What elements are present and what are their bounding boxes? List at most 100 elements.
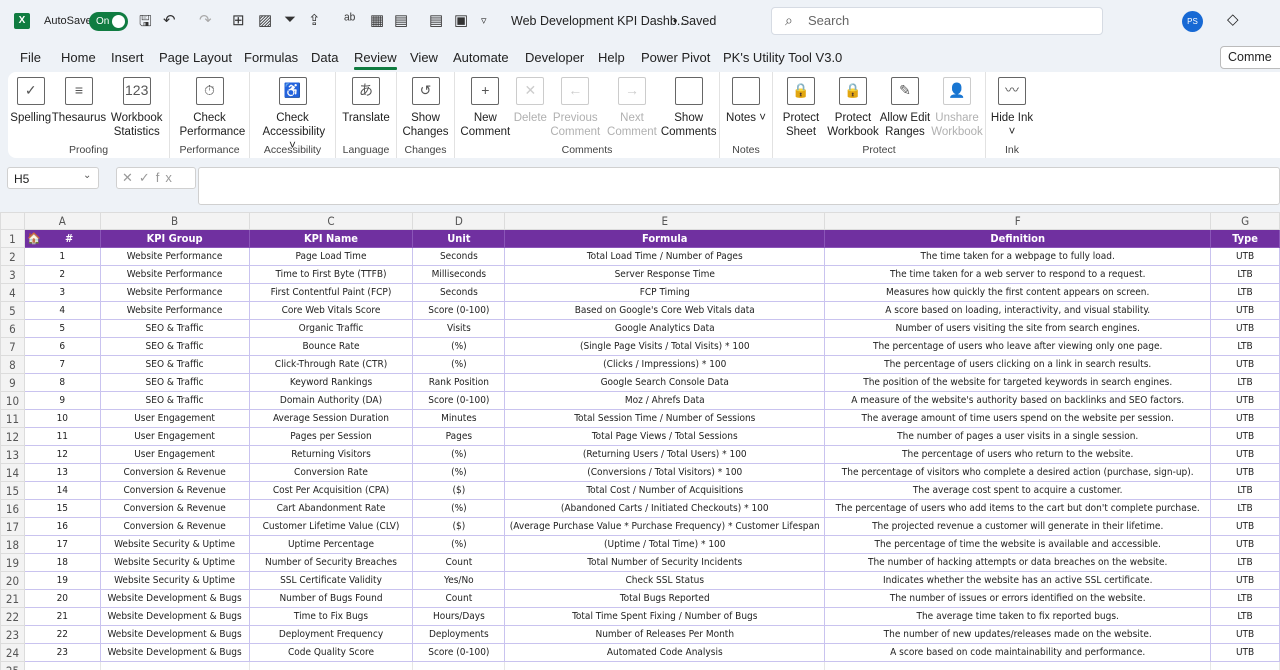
empty-cell[interactable] bbox=[248, 661, 414, 670]
cell-kpi-name[interactable]: Time to First Byte (TTFB) bbox=[248, 265, 414, 284]
tab-pk-s-utility-tool-v3-0[interactable]: PK's Utility Tool V3.0 bbox=[723, 50, 842, 65]
cell-definition[interactable]: The percentage of users who add items to… bbox=[824, 499, 1212, 518]
cell-[interactable]: 2 bbox=[23, 265, 101, 284]
cell-definition[interactable]: The time taken for a webpage to fully lo… bbox=[824, 247, 1212, 266]
cell-unit[interactable]: Pages bbox=[412, 427, 506, 446]
empty-cell[interactable] bbox=[412, 661, 506, 670]
cell-[interactable]: 19 bbox=[23, 571, 101, 590]
cell-definition[interactable]: Measures how quickly the first content a… bbox=[824, 283, 1212, 302]
cell-formula[interactable]: Google Search Console Data bbox=[504, 373, 826, 392]
cell-[interactable]: 4 bbox=[23, 301, 101, 320]
cell-kpi-group[interactable]: Website Development & Bugs bbox=[99, 607, 250, 626]
cell-[interactable]: 13 bbox=[23, 463, 101, 482]
cell-unit[interactable]: Deployments bbox=[412, 625, 506, 644]
cell-kpi-name[interactable]: Returning Visitors bbox=[248, 445, 414, 464]
cell-formula[interactable]: (Single Page Visits / Total Visits) * 10… bbox=[504, 337, 826, 356]
cell-definition[interactable]: A score based on loading, interactivity,… bbox=[824, 301, 1212, 320]
cell-[interactable]: 10 bbox=[23, 409, 101, 428]
cell-formula[interactable]: Total Cost / Number of Acquisitions bbox=[504, 481, 826, 500]
cell-formula[interactable]: Total Session Time / Number of Sessions bbox=[504, 409, 826, 428]
table-icon[interactable]: ▦ bbox=[370, 11, 384, 29]
row-header[interactable]: 13 bbox=[0, 445, 25, 464]
cell-[interactable]: 11 bbox=[23, 427, 101, 446]
cell-definition[interactable]: Indicates whether the website has an act… bbox=[824, 571, 1212, 590]
empty-cell[interactable] bbox=[504, 661, 826, 670]
cell-kpi-group[interactable]: User Engagement bbox=[99, 427, 250, 446]
cell-definition[interactable]: The percentage of visitors who complete … bbox=[824, 463, 1212, 482]
autosave-toggle[interactable]: On bbox=[89, 12, 128, 31]
cell-[interactable]: 12 bbox=[23, 445, 101, 464]
cell-formula[interactable]: FCP Timing bbox=[504, 283, 826, 302]
row-header[interactable]: 11 bbox=[0, 409, 25, 428]
row-header[interactable]: 16 bbox=[0, 499, 25, 518]
save-status[interactable]: • Saved bbox=[673, 14, 716, 28]
cell-definition[interactable]: The position of the website for targeted… bbox=[824, 373, 1212, 392]
cell-kpi-name[interactable]: Customer Lifetime Value (CLV) bbox=[248, 517, 414, 536]
cell-kpi-name[interactable]: Pages per Session bbox=[248, 427, 414, 446]
empty-cell[interactable] bbox=[1210, 661, 1280, 670]
cell-unit[interactable]: Seconds bbox=[412, 283, 506, 302]
cell-definition[interactable]: The average amount of time users spend o… bbox=[824, 409, 1212, 428]
cell-type[interactable]: UTB bbox=[1210, 355, 1280, 374]
cell-kpi-group[interactable]: Website Development & Bugs bbox=[99, 625, 250, 644]
tab-formulas[interactable]: Formulas bbox=[244, 50, 298, 65]
row-header[interactable]: 14 bbox=[0, 463, 25, 482]
cell-unit[interactable]: ($) bbox=[412, 481, 506, 500]
cell-kpi-group[interactable]: Conversion & Revenue bbox=[99, 499, 250, 518]
row-header[interactable]: 22 bbox=[0, 607, 25, 626]
row-header[interactable]: 2 bbox=[0, 247, 25, 266]
row-header[interactable]: 7 bbox=[0, 337, 25, 356]
cell-unit[interactable]: Hours/Days bbox=[412, 607, 506, 626]
cell-type[interactable]: LTB bbox=[1210, 607, 1280, 626]
cell-type[interactable]: LTB bbox=[1210, 589, 1280, 608]
row-header[interactable]: 20 bbox=[0, 571, 25, 590]
cell-type[interactable]: UTB bbox=[1210, 625, 1280, 644]
cell-formula[interactable]: Automated Code Analysis bbox=[504, 643, 826, 662]
cell-formula[interactable]: Moz / Ahrefs Data bbox=[504, 391, 826, 410]
cell-kpi-group[interactable]: SEO & Traffic bbox=[99, 355, 250, 374]
cell-definition[interactable]: The number of hacking attempts or data b… bbox=[824, 553, 1212, 572]
tab-help[interactable]: Help bbox=[598, 50, 625, 65]
tab-power-pivot[interactable]: Power Pivot bbox=[641, 50, 710, 65]
column-header[interactable]: A bbox=[23, 212, 101, 230]
row-header[interactable]: 15 bbox=[0, 481, 25, 500]
row-header[interactable]: 4 bbox=[0, 283, 25, 302]
cell-kpi-name[interactable]: Number of Bugs Found bbox=[248, 589, 414, 608]
header-cell[interactable]: Formula bbox=[504, 229, 826, 248]
row-header[interactable]: 10 bbox=[0, 391, 25, 410]
cell-kpi-name[interactable]: Cart Abandonment Rate bbox=[248, 499, 414, 518]
column-header[interactable]: G bbox=[1210, 212, 1280, 230]
cell-type[interactable]: UTB bbox=[1210, 445, 1280, 464]
cell-[interactable]: 16 bbox=[23, 517, 101, 536]
cell-kpi-name[interactable]: Average Session Duration bbox=[248, 409, 414, 428]
cell-definition[interactable]: The number of issues or errors identifie… bbox=[824, 589, 1212, 608]
cell-unit[interactable]: (%) bbox=[412, 337, 506, 356]
undo-icon[interactable]: ↶ bbox=[163, 11, 176, 29]
cell-unit[interactable]: ($) bbox=[412, 517, 506, 536]
cell-definition[interactable]: A measure of the website's authority bas… bbox=[824, 391, 1212, 410]
cell-unit[interactable]: (%) bbox=[412, 445, 506, 464]
cell-kpi-name[interactable]: Deployment Frequency bbox=[248, 625, 414, 644]
cell-unit[interactable]: Rank Position bbox=[412, 373, 506, 392]
cell-definition[interactable]: The percentage of time the website is av… bbox=[824, 535, 1212, 554]
cell-definition[interactable]: The percentage of users who leave after … bbox=[824, 337, 1212, 356]
cell-kpi-name[interactable]: First Contentful Paint (FCP) bbox=[248, 283, 414, 302]
cell-definition[interactable]: The time taken for a web server to respo… bbox=[824, 265, 1212, 284]
cell-type[interactable]: UTB bbox=[1210, 517, 1280, 536]
cell-[interactable]: 21 bbox=[23, 607, 101, 626]
cell-kpi-group[interactable]: Conversion & Revenue bbox=[99, 517, 250, 536]
cell-formula[interactable]: Total Page Views / Total Sessions bbox=[504, 427, 826, 446]
cell-formula[interactable]: (Abandoned Carts / Initiated Checkouts) … bbox=[504, 499, 826, 518]
cell-kpi-group[interactable]: User Engagement bbox=[99, 409, 250, 428]
cell-formula[interactable]: (Conversions / Total Visitors) * 100 bbox=[504, 463, 826, 482]
row-header[interactable]: 5 bbox=[0, 301, 25, 320]
row-header[interactable]: 19 bbox=[0, 553, 25, 572]
tab-file[interactable]: File bbox=[20, 50, 41, 65]
column-header[interactable]: B bbox=[99, 212, 250, 230]
tab-automate[interactable]: Automate bbox=[453, 50, 509, 65]
row-header[interactable]: 12 bbox=[0, 427, 25, 446]
cell-definition[interactable]: The percentage of users who return to th… bbox=[824, 445, 1212, 464]
cell-unit[interactable]: Score (0-100) bbox=[412, 301, 506, 320]
cell-kpi-name[interactable]: SSL Certificate Validity bbox=[248, 571, 414, 590]
comments-button[interactable]: Comme bbox=[1220, 46, 1280, 69]
